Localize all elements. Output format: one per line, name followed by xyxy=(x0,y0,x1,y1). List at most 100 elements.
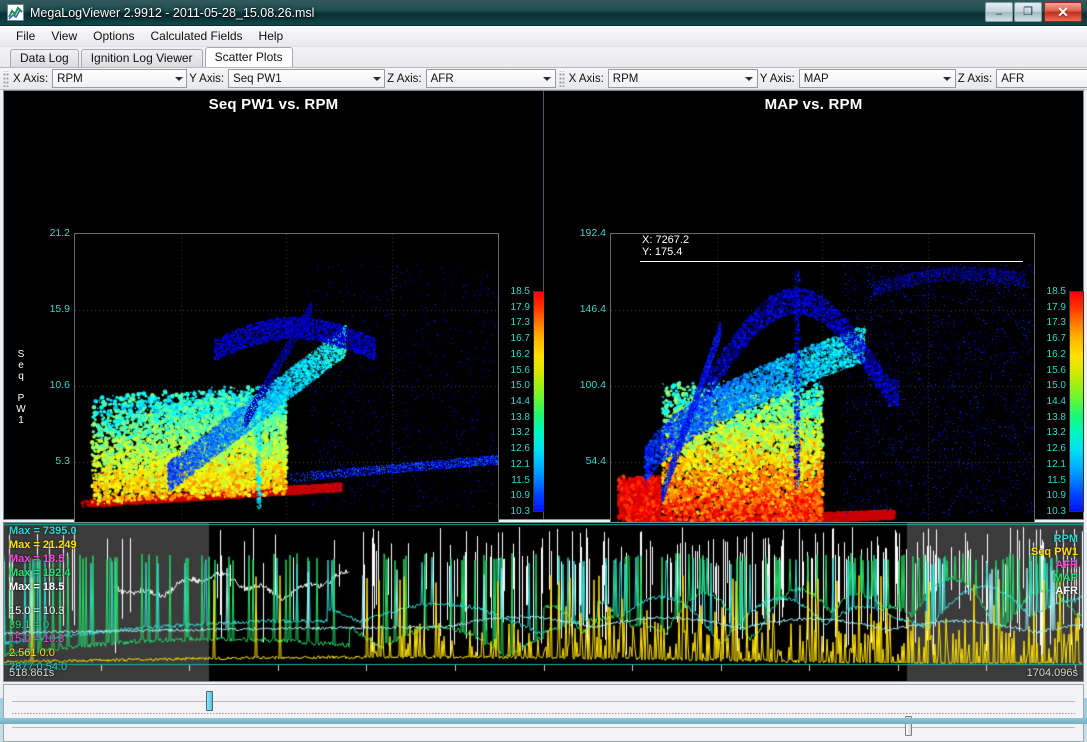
window-bottom-edge xyxy=(0,718,1087,724)
menu-item-file[interactable]: File xyxy=(8,27,43,45)
right-x-axis-label: X Axis: xyxy=(567,73,608,85)
maximize-button[interactable]: ❐ xyxy=(1014,2,1042,22)
menu-item-options[interactable]: Options xyxy=(85,27,142,45)
log-min-label: 15.0 = 10.3 xyxy=(9,605,64,617)
colorbar-tick-label: 13.2 xyxy=(1036,427,1066,438)
y-tick-label: 5.3 xyxy=(22,455,70,467)
tab-scatter-plots[interactable]: Scatter Plots xyxy=(205,47,293,67)
log-legend-item[interactable]: AFR xyxy=(1055,559,1078,571)
colorbar-tick-label: 12.6 xyxy=(1036,443,1066,454)
colorbar-tick-label: 10.9 xyxy=(500,490,530,501)
title-bar: MegaLogViewer 2.9912 - 2011-05-28_15.08.… xyxy=(0,0,1087,26)
colorbar-tick-label: 17.3 xyxy=(1036,317,1066,328)
right-z-axis-label: Z Axis: xyxy=(956,73,997,85)
left-y-axis-value: Seq PW1 xyxy=(229,73,368,85)
tab-strip: Data Log Ignition Log Viewer Scatter Plo… xyxy=(0,47,1087,68)
chevron-down-icon[interactable] xyxy=(170,70,186,87)
plot-title-left: Seq PW1 vs. RPM xyxy=(4,96,543,113)
log-waveform-canvas[interactable] xyxy=(4,523,1083,681)
log-legend-item[interactable]: AFR xyxy=(1055,585,1078,597)
scatter-plot-container: Seq PW1 vs. RPM Seq PW1 RPM 21.215.910.6… xyxy=(3,90,1084,520)
log-max-label: Max = 192.4 xyxy=(9,567,70,579)
slider-thumb-position[interactable] xyxy=(206,691,213,711)
y-tick-label: 146.4 xyxy=(558,303,606,315)
left-z-axis-combobox[interactable]: AFR xyxy=(426,69,556,88)
data-log-strip[interactable]: Max = 7395.0 Max = 21.249 Max = 18.5 Max = … xyxy=(3,522,1084,682)
log-max-label: Max = 21.249 xyxy=(9,539,77,551)
colorbar-tick-label: 13.8 xyxy=(500,412,530,423)
toolbar-grip-left[interactable] xyxy=(3,71,9,87)
log-max-label: Max = 18.5 xyxy=(9,581,64,593)
chevron-down-icon[interactable] xyxy=(539,70,555,87)
right-y-axis-label: Y Axis: xyxy=(758,73,799,85)
tab-ignition-log-viewer[interactable]: Ignition Log Viewer xyxy=(81,49,203,67)
y-tick-label: 192.4 xyxy=(558,227,606,239)
axis-group-left: X Axis: RPM Y Axis: Seq PW1 Z Axis: AFR xyxy=(0,68,556,90)
colorbar-tick-label: 18.5 xyxy=(500,286,530,297)
y-tick-label: 10.6 xyxy=(22,379,70,391)
right-y-axis-combobox[interactable]: MAP xyxy=(799,69,956,88)
colorbar-tick-label: 17.9 xyxy=(1036,302,1066,313)
colorbar-tick-label: 12.6 xyxy=(500,443,530,454)
log-time-start: 518.861s xyxy=(9,667,54,679)
left-z-axis-label: Z Axis: xyxy=(385,73,426,85)
colorbar-tick-label: 12.1 xyxy=(1036,459,1066,470)
colorbar-tick-label: 16.2 xyxy=(1036,349,1066,360)
y-tick-label: 100.4 xyxy=(558,379,606,391)
colorbar-tick-label: 17.9 xyxy=(500,302,530,313)
colorbar-tick-label: 17.3 xyxy=(500,317,530,328)
colorbar-tick-label: 10.9 xyxy=(1036,490,1066,501)
colorbar-tick-label: 10.3 xyxy=(1036,506,1066,517)
scatter-plot-left[interactable]: Seq PW1 vs. RPM Seq PW1 RPM 21.215.910.6… xyxy=(4,91,544,519)
colorbar-tick-label: 16.2 xyxy=(500,349,530,360)
y-tick-label: 15.9 xyxy=(22,303,70,315)
colorbar-tick-label: 16.7 xyxy=(500,333,530,344)
colorbar-tick-label: 18.5 xyxy=(1036,286,1066,297)
log-min-label: 15.0 = 10.3 xyxy=(9,633,64,645)
right-y-axis-value: MAP xyxy=(800,73,939,85)
menu-item-calculated-fields[interactable]: Calculated Fields xyxy=(143,27,251,45)
right-z-axis-combobox[interactable]: AFR xyxy=(996,69,1087,88)
colorbar-tick-label: 11.5 xyxy=(500,475,530,486)
app-logo-icon xyxy=(7,4,24,21)
close-icon: ✕ xyxy=(1045,3,1081,21)
menu-item-help[interactable]: Help xyxy=(251,27,292,45)
left-x-axis-label: X Axis: xyxy=(11,73,52,85)
colorbar-tick-label: 13.8 xyxy=(1036,412,1066,423)
slider-track-bottom[interactable] xyxy=(12,727,1075,728)
colorbar-tick-label: 14.4 xyxy=(1036,396,1066,407)
log-time-end: 1704.096s xyxy=(1027,667,1078,679)
left-x-axis-value: RPM xyxy=(53,73,170,85)
chevron-down-icon[interactable] xyxy=(741,70,757,87)
plot-left-canvas[interactable] xyxy=(74,233,499,540)
log-legend-item[interactable]: Seq PW1 xyxy=(1031,546,1078,558)
log-min-label: 2.561 0.0 xyxy=(9,647,55,659)
colorbar-tick-label: 15.6 xyxy=(500,365,530,376)
left-z-axis-value: AFR xyxy=(427,73,539,85)
toolbar-grip-right[interactable] xyxy=(559,71,565,87)
left-y-axis-label: Y Axis: xyxy=(187,73,228,85)
left-y-axis-combobox[interactable]: Seq PW1 xyxy=(228,69,385,88)
colorbar-tick-label: 15.0 xyxy=(1036,380,1066,391)
menu-item-view[interactable]: View xyxy=(43,27,85,45)
close-button[interactable]: ✕ xyxy=(1044,2,1082,22)
chevron-down-icon[interactable] xyxy=(939,70,955,87)
right-x-axis-combobox[interactable]: RPM xyxy=(608,69,758,88)
client-area: File View Options Calculated Fields Help… xyxy=(0,26,1087,698)
y-tick-label: 54.4 xyxy=(558,455,606,467)
colorbar-tick-label: 15.0 xyxy=(500,380,530,391)
left-x-axis-combobox[interactable]: RPM xyxy=(52,69,187,88)
slider-track-top[interactable] xyxy=(12,701,1075,702)
chevron-down-icon[interactable] xyxy=(368,70,384,87)
tab-data-log[interactable]: Data Log xyxy=(10,49,79,67)
colorbar-tick-label: 16.7 xyxy=(1036,333,1066,344)
log-legend-item[interactable]: RPM xyxy=(1054,533,1078,545)
scatter-plot-right[interactable]: MAP vs. RPM MAP RPM 192.4146.4100.454.48… xyxy=(544,91,1083,519)
plot-right-canvas[interactable] xyxy=(610,233,1035,540)
colorbar-tick-label: 12.1 xyxy=(500,459,530,470)
minimize-button[interactable]: – xyxy=(985,2,1013,22)
slider-divider xyxy=(12,713,1075,714)
log-max-label: Max = 7395.0 xyxy=(9,525,77,537)
minimize-icon: – xyxy=(986,8,1012,21)
log-legend-item[interactable]: MAP xyxy=(1054,572,1078,584)
